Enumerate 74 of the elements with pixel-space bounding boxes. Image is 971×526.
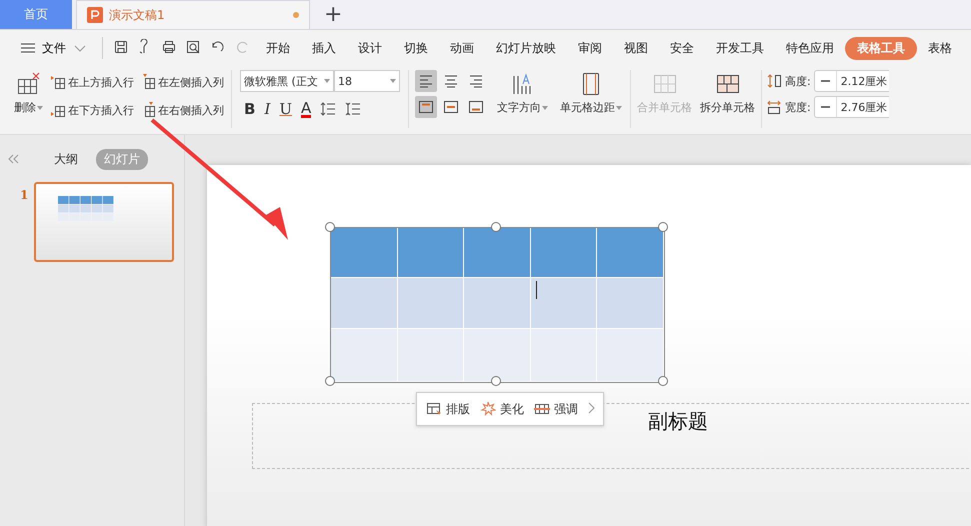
insert-button[interactable]: 在下方插入行 (49, 100, 135, 120)
insert-column-left-icon (140, 74, 156, 90)
menu-tab[interactable]: 幻灯片放映 (485, 36, 567, 60)
resize-handle[interactable] (325, 222, 335, 232)
dropdown-arrow-icon (390, 79, 396, 83)
layout-icon (426, 401, 442, 417)
minus-icon (820, 106, 830, 108)
insert-button[interactable]: 在上方插入行 (49, 72, 135, 92)
print-preview-icon (185, 38, 201, 54)
dimension-label: 高度: (785, 74, 811, 88)
split-cells-icon (716, 72, 740, 96)
minus-icon (820, 80, 830, 82)
delete-table-icon (16, 72, 40, 96)
dimension-field[interactable]: 2.76厘米 (814, 96, 890, 118)
italic-button[interactable]: I (264, 100, 270, 118)
align-button[interactable] (415, 70, 437, 92)
align-left-icon (418, 73, 434, 89)
align-middle-icon (443, 99, 459, 115)
line-spacing-increase-icon (320, 101, 336, 117)
menu-tab[interactable]: 动画 (439, 36, 485, 60)
menu-tab[interactable]: 开始 (255, 36, 301, 60)
font-size-dropdown[interactable]: 18 (334, 70, 400, 92)
insert-button[interactable]: 在左侧插入列 (139, 72, 225, 92)
dropdown-arrow-icon (542, 106, 548, 110)
bold-button[interactable]: B (244, 100, 256, 118)
merge-cells-icon (652, 72, 676, 96)
resize-handle[interactable] (658, 222, 668, 232)
menu-tab[interactable]: 视图 (613, 36, 659, 60)
menu-tab[interactable]: 审阅 (567, 36, 613, 60)
align-top-icon (418, 99, 434, 115)
print-icon (161, 38, 177, 54)
menu-tab[interactable]: 表格 (917, 36, 963, 60)
delete-button[interactable]: 删除 (12, 70, 45, 117)
new-tab-button[interactable]: + (310, 0, 356, 29)
line-spacing-decrease-icon (345, 101, 362, 117)
text-direction-button[interactable]: 文字方向 (495, 70, 550, 117)
slide-thumbnail[interactable] (34, 182, 174, 262)
panel-tab[interactable]: 大纲 (46, 149, 86, 170)
menu-tab[interactable]: 特色应用 (775, 36, 845, 60)
resize-handle[interactable] (658, 376, 668, 386)
column-width-icon (766, 99, 782, 115)
align-bottom-icon (468, 99, 484, 115)
dimension-field[interactable]: 2.12厘米 (814, 70, 890, 92)
menu-tab[interactable]: 插入 (301, 36, 347, 60)
menu-tab[interactable]: 开发工具 (705, 36, 775, 60)
table[interactable] (330, 227, 665, 383)
dropdown-arrow-icon (37, 106, 43, 110)
font-color-button[interactable]: A (301, 100, 312, 118)
slide-number: 1 (20, 187, 28, 202)
save-icon (113, 38, 129, 54)
align-right-icon (468, 73, 484, 89)
subtitle-text: 副标题 (648, 408, 708, 435)
menu-tab[interactable]: 设计 (347, 36, 393, 60)
sparkle-icon (480, 401, 496, 417)
resize-handle[interactable] (491, 376, 501, 386)
resize-handle[interactable] (491, 222, 501, 232)
dropdown-arrow-icon (324, 79, 330, 83)
cell-margin-button[interactable]: 单元格边距 (558, 70, 624, 117)
row-height-icon (766, 73, 782, 89)
underline-button[interactable]: U (279, 100, 292, 118)
insert-row-above-icon (50, 74, 66, 90)
resize-handle[interactable] (325, 376, 335, 386)
menu-tab[interactable]: 安全 (659, 36, 705, 60)
file-menu[interactable]: 文件 (14, 38, 96, 58)
menu-tab[interactable]: 切换 (393, 36, 439, 60)
align-center-icon (443, 73, 459, 89)
dimension-label: 宽度: (785, 100, 811, 114)
insert-button[interactable]: 在右侧插入列 (139, 100, 225, 120)
dropdown-arrow-icon (616, 106, 622, 110)
presentation-icon (87, 7, 103, 23)
font-dropdown[interactable]: 微软雅黑 (正文 (240, 70, 334, 92)
table-highlight-icon (534, 401, 550, 417)
align-button[interactable] (415, 96, 437, 118)
split-cells-button[interactable]: 拆分单元格 (698, 70, 757, 117)
